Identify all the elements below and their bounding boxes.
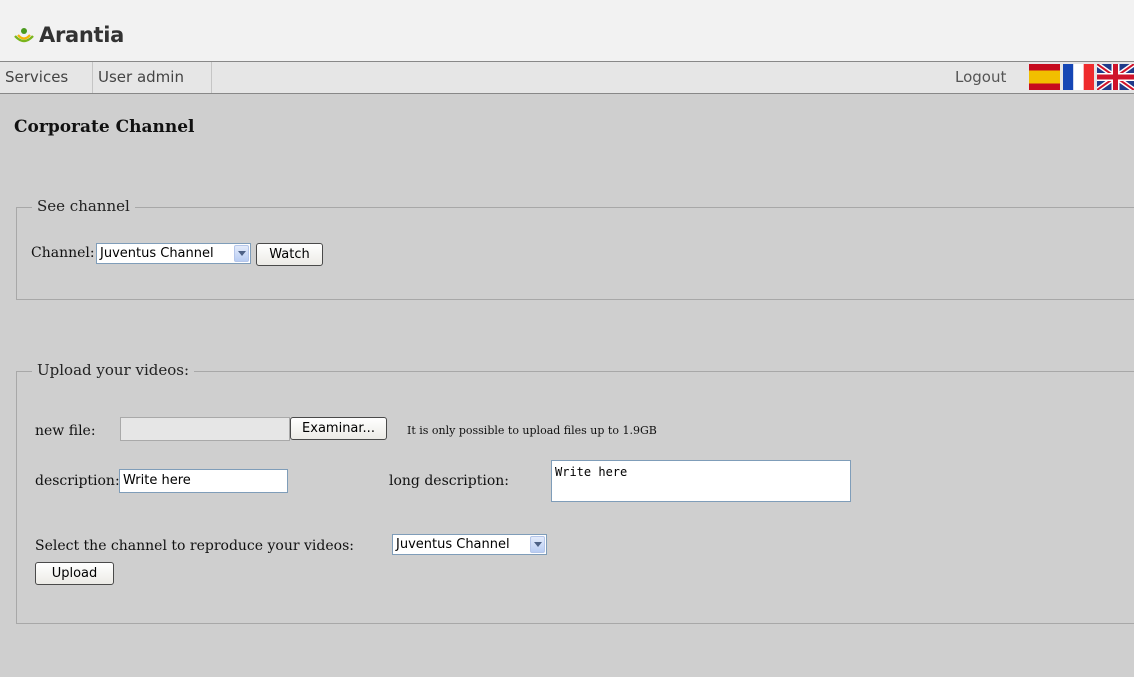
app-header: Arantia: [0, 0, 1134, 61]
new-file-label: new file:: [35, 423, 96, 439]
page-title: Corporate Channel: [14, 117, 195, 137]
uk-flag-icon[interactable]: [1097, 64, 1134, 90]
watch-button[interactable]: Watch: [256, 243, 323, 266]
file-path-input[interactable]: [120, 417, 290, 441]
description-label: description:: [35, 473, 120, 489]
upload-button[interactable]: Upload: [35, 562, 114, 585]
upload-size-note: It is only possible to upload files up t…: [407, 424, 657, 437]
long-description-label: long description:: [389, 473, 510, 489]
upload-channel-select-value: Juventus Channel: [396, 537, 510, 552]
browse-file-button[interactable]: Examinar...: [290, 417, 387, 440]
french-flag-icon[interactable]: [1063, 64, 1094, 90]
upload-videos-fieldset: Upload your videos: new file: Examinar..…: [16, 361, 1134, 624]
channel-label: Channel:: [31, 245, 95, 261]
nav-services[interactable]: Services: [0, 62, 93, 93]
logout-link[interactable]: Logout: [955, 62, 1006, 93]
nav-user-admin[interactable]: User admin: [93, 62, 212, 93]
logo-text: Arantia: [39, 23, 125, 47]
chevron-down-icon: [530, 536, 545, 553]
main-navbar: Services User admin Logout: [0, 61, 1134, 94]
arantia-logo-icon: [14, 28, 34, 43]
description-field[interactable]: Write here: [119, 469, 288, 493]
see-channel-legend: See channel: [32, 197, 135, 215]
long-description-field[interactable]: Write here: [551, 460, 851, 502]
upload-videos-legend: Upload your videos:: [32, 361, 195, 379]
upload-channel-select[interactable]: Juventus Channel: [392, 534, 547, 555]
channel-select-label: Select the channel to reproduce your vid…: [35, 538, 354, 554]
see-channel-fieldset: See channel Channel: Juventus Channel Wa…: [16, 197, 1134, 300]
channel-select-value: Juventus Channel: [100, 246, 214, 261]
chevron-down-icon: [234, 245, 249, 262]
arantia-logo[interactable]: Arantia: [12, 22, 124, 48]
channel-select[interactable]: Juventus Channel: [96, 243, 251, 264]
spanish-flag-icon[interactable]: [1029, 64, 1060, 90]
